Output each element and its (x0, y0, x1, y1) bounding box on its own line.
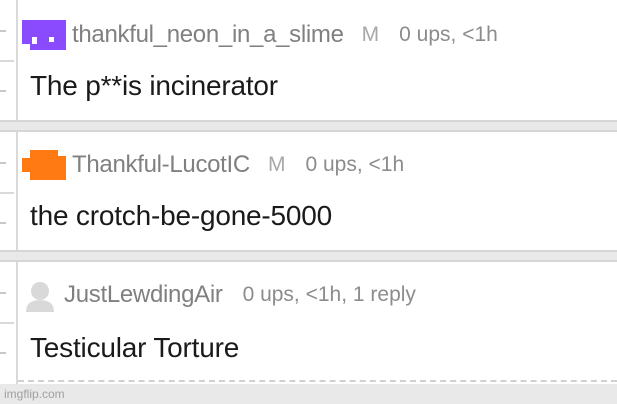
default-user-avatar-icon[interactable] (22, 280, 58, 312)
comment-text: Testicular Torture (30, 332, 240, 363)
comment-header: JustLewdingAir 0 ups, <1h, 1 reply (22, 270, 617, 320)
purple-block-avatar-icon[interactable] (22, 20, 66, 50)
watermark: imgflip.com (4, 387, 65, 401)
comment-text: the crotch-be-gone-5000 (30, 200, 333, 231)
mod-badge: M (361, 23, 380, 46)
comment-item: thankful_neon_in_a_slime M 0 ups, <1h Th… (0, 0, 617, 122)
comment-thread: thankful_neon_in_a_slime M 0 ups, <1h Th… (0, 0, 617, 404)
comment-gutter (0, 262, 18, 384)
comment-item: Thankful-LucotIC M 0 ups, <1h the crotch… (0, 130, 617, 252)
divider (18, 380, 617, 382)
comment-header: thankful_neon_in_a_slime M 0 ups, <1h (22, 10, 617, 60)
comment-stats: 0 ups, <1h (305, 153, 405, 176)
orange-block-avatar-icon[interactable] (22, 150, 66, 180)
comment-item: JustLewdingAir 0 ups, <1h, 1 reply Testi… (0, 260, 617, 384)
comment-username[interactable]: Thankful-LucotIC (72, 151, 250, 179)
comment-stats: 0 ups, <1h (399, 23, 498, 46)
comment-stats: 0 ups, <1h, 1 reply (242, 283, 416, 306)
comment-username[interactable]: JustLewdingAir (64, 281, 223, 309)
mod-badge: M (267, 153, 286, 176)
comment-header: Thankful-LucotIC M 0 ups, <1h (22, 140, 617, 190)
comment-gutter (0, 0, 18, 120)
comment-gutter (0, 132, 18, 250)
comment-username[interactable]: thankful_neon_in_a_slime (72, 21, 344, 49)
comment-text: The p**is incinerator (30, 70, 278, 101)
